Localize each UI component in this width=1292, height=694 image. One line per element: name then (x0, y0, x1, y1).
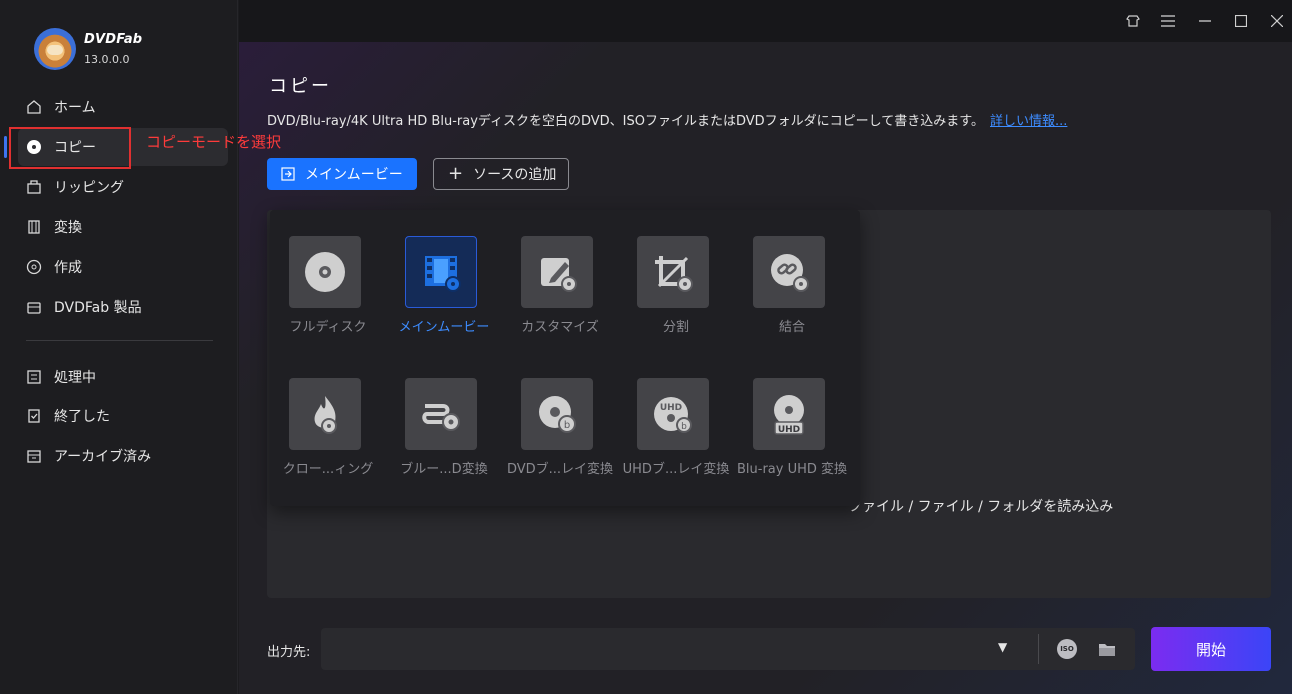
sidebar-item-home[interactable]: ホーム (18, 88, 228, 126)
disc-create-icon (26, 259, 42, 275)
folder-icon[interactable] (1097, 639, 1117, 659)
sidebar-item-finished[interactable]: 終了した (18, 397, 228, 435)
mode-label: 結合 (778, 320, 805, 335)
iso-label: ISO (1060, 645, 1074, 653)
svg-text:b: b (564, 420, 570, 431)
mode-label: カスタマイズ (521, 320, 599, 335)
mode-uhd-to-bluray[interactable]: UHD b UHDブ...レイ変換 (618, 378, 734, 488)
clone-burn-icon (289, 378, 361, 450)
brand: DVDFab 13.0.0.0 (34, 28, 142, 70)
sidebar-item-label: 処理中 (54, 370, 96, 386)
main-movie-icon (405, 236, 477, 308)
mode-label: メインムービー (398, 320, 490, 335)
add-source-button[interactable]: + ソースの追加 (433, 158, 569, 190)
drop-hint: ファイル / ファイル / フォルダを読み込み (848, 499, 1114, 515)
mode-split[interactable]: 分割 (618, 236, 734, 346)
close-icon[interactable] (1268, 12, 1286, 30)
copy-mode-menu: フルディスク メインムービー カスタマイズ 分割 結合 クロー...ィング ブル… (270, 210, 860, 506)
bluray-to-dvd-icon (405, 378, 477, 450)
dvd-to-bluray-icon: b (521, 378, 593, 450)
page-title: コピー (269, 76, 332, 97)
title-bar (239, 0, 1292, 42)
menu-icon[interactable] (1159, 12, 1177, 30)
home-icon (26, 99, 42, 115)
mode-label: DVDブ...レイ変換 (506, 462, 614, 477)
app-version: 13.0.0.0 (84, 53, 130, 66)
film-convert-icon (26, 219, 42, 235)
mode-full-disc[interactable]: フルディスク (270, 236, 386, 346)
mode-main-movie[interactable]: メインムービー (386, 236, 502, 346)
svg-text:UHD: UHD (660, 403, 682, 413)
add-source-label: ソースの追加 (473, 167, 557, 183)
sidebar-item-label: リッピング (54, 180, 124, 196)
mode-label: フルディスク (289, 320, 367, 335)
mode-customize[interactable]: カスタマイズ (502, 236, 618, 346)
skin-icon[interactable] (1124, 12, 1142, 30)
mode-label: Blu-ray UHD 変換 (736, 462, 848, 477)
sidebar-item-convert[interactable]: 変換 (18, 208, 228, 246)
customize-icon (521, 236, 593, 308)
mode-switch-icon (281, 167, 295, 181)
mode-bluray-to-uhd[interactable]: UHD Blu-ray UHD 変換 (734, 378, 850, 488)
maximize-icon[interactable] (1232, 12, 1250, 30)
brand-name: DVDFab (84, 32, 143, 47)
minimize-icon[interactable] (1196, 12, 1214, 30)
sidebar-item-processing[interactable]: 処理中 (18, 358, 228, 396)
bluray-to-uhd-icon: UHD (753, 378, 825, 450)
mode-bluray-to-dvd[interactable]: ブルー...D変換 (386, 378, 502, 488)
plus-icon: + (448, 163, 464, 184)
mode-label: ブルー...D変換 (400, 462, 488, 477)
annotation-text: コピーモードを選択 (146, 133, 282, 151)
products-icon (26, 299, 42, 315)
sidebar-item-create[interactable]: 作成 (18, 248, 228, 286)
mode-label: UHDブ...レイ変換 (622, 462, 730, 477)
output-path-select[interactable] (321, 628, 1135, 670)
sidebar-item-archived[interactable]: アーカイブ済み (18, 437, 228, 475)
sidebar-item-label: 作成 (54, 260, 82, 276)
sidebar-item-label: 変換 (54, 220, 82, 236)
copy-highlight-box (9, 127, 131, 169)
mode-label: クロー...ィング (282, 462, 374, 477)
page-description: DVD/Blu-ray/4K Ultra HD Blu-rayディスクを空白のD… (267, 110, 1067, 129)
split-icon (637, 236, 709, 308)
copy-mode-label: メインムービー (305, 167, 403, 183)
more-info-link[interactable]: 詳しい情報... (990, 114, 1067, 129)
svg-text:b: b (681, 422, 687, 432)
sidebar-item-label: アーカイブ済み (54, 449, 152, 465)
start-button[interactable]: 開始 (1151, 627, 1271, 671)
uhd-to-bluray-icon: UHD b (637, 378, 709, 450)
finished-icon (26, 408, 42, 424)
chevron-down-icon[interactable]: ▼ (998, 640, 1007, 654)
mode-clone-burn[interactable]: クロー...ィング (270, 378, 386, 488)
archive-icon (26, 448, 42, 464)
sidebar-divider (26, 340, 213, 341)
full-disc-icon (289, 236, 361, 308)
merge-icon (753, 236, 825, 308)
processing-icon (26, 369, 42, 385)
description-text: DVD/Blu-ray/4K Ultra HD Blu-rayディスクを空白のD… (267, 114, 984, 129)
mode-merge[interactable]: 結合 (734, 236, 850, 346)
sidebar: DVDFab 13.0.0.0 ホーム コピー リッピング 変換 作成 DVDF… (0, 0, 238, 694)
copy-mode-button[interactable]: メインムービー (267, 158, 417, 190)
sidebar-item-products[interactable]: DVDFab 製品 (18, 288, 228, 326)
sidebar-item-label: 終了した (54, 409, 110, 425)
dvdfab-logo-icon (34, 28, 76, 70)
svg-text:UHD: UHD (778, 425, 800, 435)
output-label: 出力先: (267, 645, 311, 660)
output-separator (1038, 634, 1039, 664)
ripping-icon (26, 179, 42, 195)
iso-icon[interactable]: ISO (1057, 639, 1077, 659)
sidebar-item-label: DVDFab 製品 (54, 300, 142, 316)
mode-label: 分割 (662, 320, 689, 335)
sidebar-item-ripping[interactable]: リッピング (18, 168, 228, 206)
sidebar-item-label: ホーム (54, 100, 96, 116)
mode-dvd-to-bluray[interactable]: b DVDブ...レイ変換 (502, 378, 618, 488)
